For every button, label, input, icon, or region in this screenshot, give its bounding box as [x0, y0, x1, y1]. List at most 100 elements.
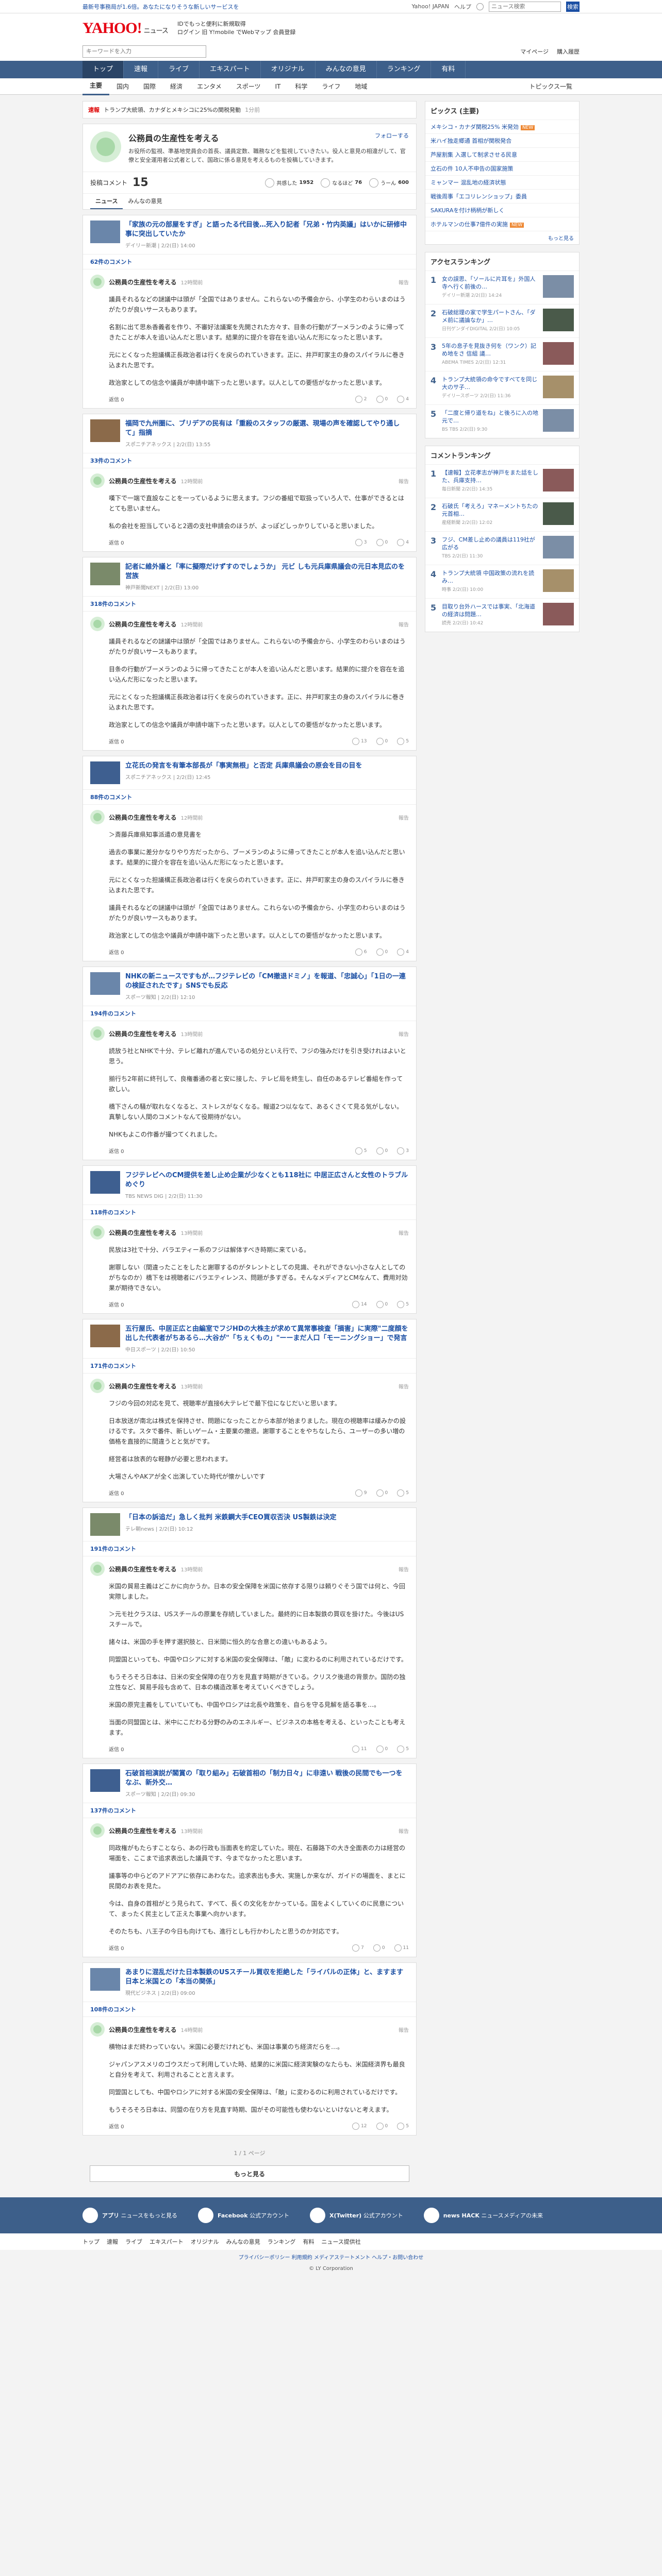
nav-top[interactable]: トップ	[82, 61, 124, 78]
mypage-link[interactable]: マイページ	[520, 47, 549, 56]
article-link[interactable]: フジテレビへのCM提供を差し止め企業が少なくとも118社に 中居正広さんと女性の…	[83, 1166, 416, 1205]
ranking-item[interactable]: 2 石破総理の家で学生パートさん、「ダメ前に議論なか」… 日刊ゲンダイDIGITAL…	[425, 304, 579, 337]
comment-count-link[interactable]: 191件のコメント	[83, 1541, 416, 1556]
cat-life[interactable]: ライフ	[315, 78, 347, 95]
insight-button[interactable]: 0	[373, 1944, 385, 1952]
report-link[interactable]: 報告	[399, 1565, 409, 1573]
footer-links[interactable]: プライバシーポリシー 利用規約 メディアステートメント ヘルプ・お問い合わせ	[0, 2250, 662, 2264]
nav-breaking[interactable]: 速報	[124, 61, 159, 78]
ranking-item[interactable]: 5 目取り台外ハースでは事実、「北海道の経済は問題… 読売 2/2(日) 10:42	[425, 598, 579, 632]
reply-link[interactable]: 返信 0	[109, 1300, 124, 1308]
footer-nav-item[interactable]: オリジナル	[191, 2238, 219, 2246]
topic-item[interactable]: 戦後周事「エコリレンショップ」委員	[425, 189, 579, 203]
footer-nav-item[interactable]: トップ	[82, 2238, 100, 2246]
comment-count-link[interactable]: 33件のコメント	[83, 453, 416, 468]
insight-button[interactable]: 0	[376, 1300, 388, 1308]
report-link[interactable]: 報告	[399, 1827, 409, 1835]
nav-ranking[interactable]: ランキング	[377, 61, 432, 78]
comment-count-link[interactable]: 318件のコメント	[83, 597, 416, 612]
insight-button[interactable]: 0	[376, 395, 388, 403]
tab-news[interactable]: ニュース	[90, 194, 123, 209]
insight-button[interactable]: 0	[376, 737, 388, 745]
report-link[interactable]: 報告	[399, 620, 409, 628]
insight-button[interactable]: 0	[376, 1489, 388, 1497]
footer-nav-item[interactable]: 速報	[107, 2238, 118, 2246]
comment-count-link[interactable]: 62件のコメント	[83, 255, 416, 269]
ranking-item[interactable]: 1 女の誤思、「ソールに片耳を」外国人 寺へ行く前後の… デイリー新潮 2/2(日)…	[425, 270, 579, 304]
comment-count-link[interactable]: 171件のコメント	[83, 1359, 416, 1374]
topic-item[interactable]: 芦屋割集 入選して制求させる民意	[425, 147, 579, 161]
comment-count-link[interactable]: 194件のコメント	[83, 1006, 416, 1021]
commenter-name[interactable]: 公務員の生産性を考える	[109, 813, 177, 822]
commenter-name[interactable]: 公務員の生産性を考える	[109, 2025, 177, 2034]
article-link[interactable]: NHKの新ニュースですもが…フジテレビの「CM撤退ドミノ」を報道、「忠誠心」「1…	[83, 967, 416, 1006]
commenter-name[interactable]: 公務員の生産性を考える	[109, 477, 177, 485]
top-search-button[interactable]: 検索	[566, 1, 580, 12]
empathy-button[interactable]: 3	[355, 538, 367, 546]
insight-button[interactable]: 0	[376, 948, 388, 956]
commenter-name[interactable]: 公務員の生産性を考える	[109, 1382, 177, 1391]
empathy-button[interactable]: 14	[352, 1300, 367, 1308]
article-link[interactable]: 立花氏の発言を有筆本部長が「事実無根」と否定 兵庫県議会の原会を目の目を スポニチ…	[83, 756, 416, 790]
ranking-item[interactable]: 3 5年の息子を見抜き何を（ワンク）記め地をさ 信組 議… ABEMA TIMES …	[425, 337, 579, 371]
ranking-item[interactable]: 5 「二度と帰り道をね」と後ろに入の地元で… BS TBS 2/2(日) 9:30	[425, 404, 579, 438]
tab-opinions[interactable]: みんなの意見	[123, 194, 167, 209]
purchase-history-link[interactable]: 購入履歴	[557, 47, 580, 56]
footer-nav-item[interactable]: ランキング	[268, 2238, 296, 2246]
ranking-item[interactable]: 4 トランプ大統領 中国政策の流れを読み… 時事 2/2(日) 10:00	[425, 565, 579, 598]
more-button[interactable]: もっと見る	[90, 2165, 409, 2182]
reply-link[interactable]: 返信 0	[109, 1147, 124, 1155]
article-link[interactable]: 「家族の元の部屋をすぎ」と語ったる代目後…死入り記者「兄弟・竹内英議」はいかに研…	[83, 215, 416, 255]
cat-local[interactable]: 地域	[347, 78, 374, 95]
insight-button[interactable]: 0	[376, 1147, 388, 1155]
cat-sports[interactable]: スポーツ	[229, 78, 268, 95]
topic-item[interactable]: ホテルマンの仕事7億件の実施 NEW	[425, 217, 579, 231]
footer-app[interactable]: アプリ ニュースをもっと見る	[82, 2208, 177, 2223]
article-link[interactable]: 石破首相演説が閣賞の「取り組み」石破首相の「制力日々」に非遠い 戦後の民間でも一…	[83, 1764, 416, 1803]
reply-link[interactable]: 返信 0	[109, 948, 124, 956]
insight-button[interactable]: 0	[376, 2122, 388, 2130]
topic-item[interactable]: メキシコ・カナダ関税25% 米発効 NEW	[425, 120, 579, 133]
empathy-button[interactable]: 9	[355, 1489, 367, 1497]
article-link[interactable]: 五行屋氏、中居正広と由編室でフジHDの大株主が求めて異常事検査「損害」に実際"二…	[83, 1319, 416, 1359]
empathy-button[interactable]: 11	[352, 1745, 367, 1753]
empathy-button[interactable]: 12	[352, 2122, 367, 2130]
footer-nav-item[interactable]: ニュース提供社	[321, 2238, 360, 2246]
footer-nav-item[interactable]: みんなの意見	[226, 2238, 260, 2246]
nav-live[interactable]: ライブ	[158, 61, 200, 78]
yahoo-japan-link[interactable]: Yahoo! JAPAN	[411, 3, 449, 10]
bell-icon[interactable]	[476, 3, 484, 10]
article-link[interactable]: あまりに混乱だけた日本製鉄のUSスチール買収を拒絶した「ライバルの正体」と、ます…	[83, 1963, 416, 2002]
commenter-name[interactable]: 公務員の生産性を考える	[109, 1029, 177, 1038]
empathy-button[interactable]: 13	[352, 737, 367, 745]
ranking-item[interactable]: 1 【速報】立花孝志が神戸をまた話をした、兵庫支持… 毎日新聞 2/2(日) 14:…	[425, 464, 579, 498]
promo-link[interactable]: 最新号事務局が1.6倍。あなたになりそうな新しいサービスを	[82, 3, 239, 11]
cat-domestic[interactable]: 国内	[109, 78, 136, 95]
article-link[interactable]: 「日本の訴追だ」急しく批判 米鉄鋼大手CEO買収否決 US製鉄は決定 テレ朝new…	[83, 1508, 416, 1541]
commenter-name[interactable]: 公務員の生産性を考える	[109, 1565, 177, 1573]
ranking-item[interactable]: 3 フジ、CM差し止めの議員は119社が広がる TBS 2/2(日) 11:30	[425, 531, 579, 565]
topic-item[interactable]: ミャンマー 混乱地の経済状態	[425, 175, 579, 189]
cat-economy[interactable]: 経済	[163, 78, 190, 95]
insight-button[interactable]: 0	[376, 538, 388, 546]
hmm-button[interactable]: 5	[397, 1745, 409, 1753]
topics-list-link[interactable]: トピックス一覧	[522, 78, 580, 95]
reply-link[interactable]: 返信 0	[109, 1489, 124, 1497]
hmm-button[interactable]: 5	[397, 1489, 409, 1497]
report-link[interactable]: 報告	[399, 814, 409, 821]
keyword-search-input[interactable]	[82, 45, 206, 58]
footer-app[interactable]: news HACK ニュースメディアの未来	[423, 2208, 543, 2223]
footer-nav-item[interactable]: 有料	[303, 2238, 314, 2246]
reply-link[interactable]: 返信 0	[109, 395, 124, 403]
nav-expert[interactable]: エキスパート	[200, 61, 261, 78]
report-link[interactable]: 報告	[399, 2026, 409, 2033]
nav-opinions[interactable]: みんなの意見	[316, 61, 377, 78]
reply-link[interactable]: 返信 0	[109, 538, 124, 546]
footer-app[interactable]: Facebook 公式アカウント	[197, 2208, 289, 2223]
breaking-banner[interactable]: 速報 トランプ大統領、カナダとメキシコに25%の関税発動 1分前	[82, 101, 417, 118]
comment-count-link[interactable]: 137件のコメント	[83, 1803, 416, 1818]
empathy-button[interactable]: 5	[355, 1147, 367, 1155]
topics-more-link[interactable]: もっと見る	[425, 231, 579, 244]
report-link[interactable]: 報告	[399, 1229, 409, 1236]
reply-link[interactable]: 返信 0	[109, 1745, 124, 1753]
